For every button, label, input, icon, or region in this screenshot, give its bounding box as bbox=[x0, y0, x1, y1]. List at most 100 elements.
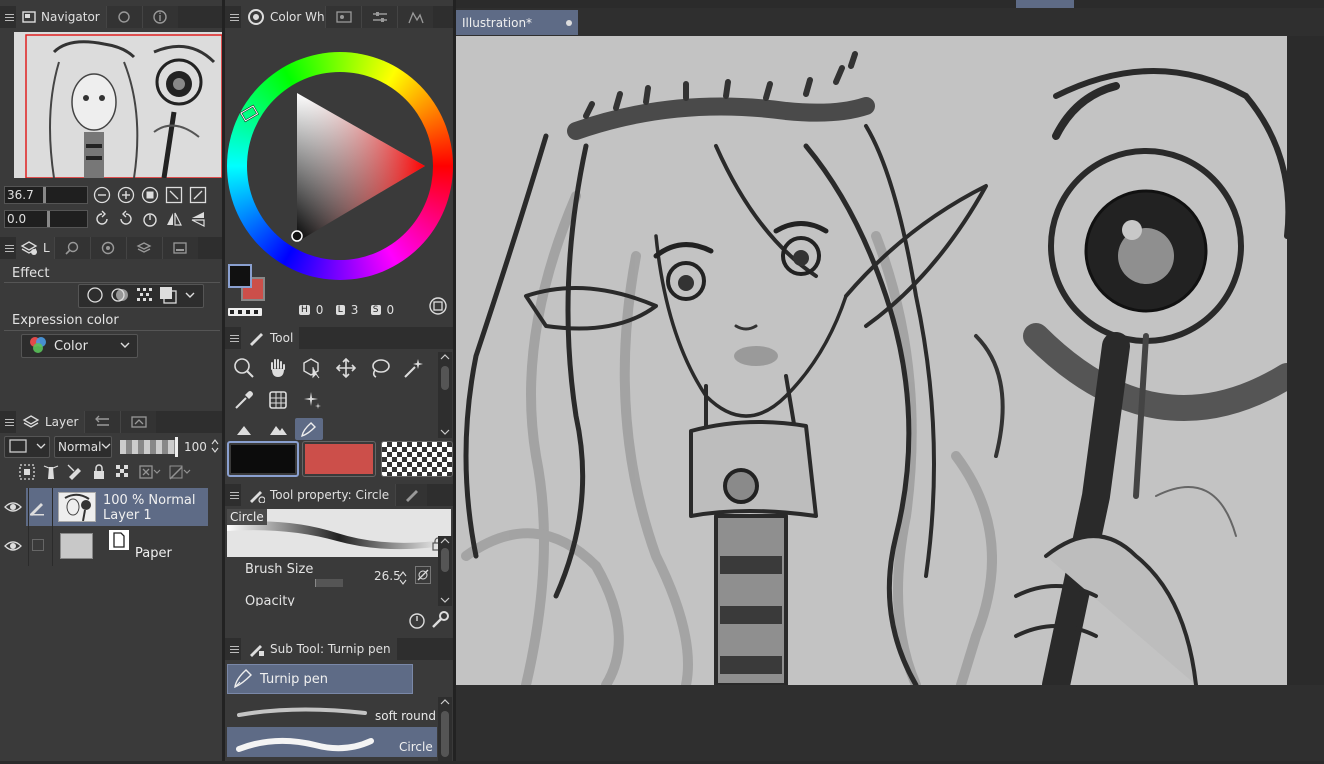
tab-approximate-color[interactable] bbox=[397, 6, 433, 28]
tab-history[interactable] bbox=[84, 411, 121, 433]
eyedropper-icon[interactable] bbox=[227, 384, 261, 416]
auto-select-icon[interactable] bbox=[397, 352, 431, 384]
border-effect-icon[interactable] bbox=[86, 286, 104, 307]
layer-row-paper[interactable]: Paper bbox=[0, 526, 208, 566]
flip-vertical-icon[interactable] bbox=[188, 209, 208, 229]
opacity-stepper-icon[interactable] bbox=[211, 437, 219, 458]
navigator-preview[interactable] bbox=[14, 32, 222, 178]
opacity-slider-handle[interactable] bbox=[175, 437, 178, 457]
tab-layer-3d[interactable] bbox=[125, 237, 162, 259]
brush-size-stepper-icon[interactable] bbox=[399, 570, 407, 589]
transparent-color-icon[interactable] bbox=[228, 306, 262, 320]
color-wheel[interactable] bbox=[227, 52, 453, 284]
move-layer-icon[interactable] bbox=[329, 352, 363, 384]
chevron-down-icon[interactable] bbox=[184, 286, 196, 307]
tool-scrollbar[interactable] bbox=[438, 352, 452, 438]
panel-menu-icon[interactable] bbox=[229, 484, 239, 506]
saturation-triangle[interactable] bbox=[227, 52, 453, 284]
rotate-right-icon[interactable] bbox=[116, 209, 136, 229]
lock-transparent-icon[interactable] bbox=[114, 463, 132, 484]
zoom-slider-handle[interactable] bbox=[43, 187, 46, 203]
ruler-layer-icon[interactable] bbox=[168, 463, 192, 484]
panel-menu-icon[interactable] bbox=[4, 6, 14, 28]
blend-mode-dropdown[interactable]: Normal bbox=[54, 436, 112, 458]
tool-property-scrollbar[interactable] bbox=[438, 536, 452, 606]
flip-horizontal-icon[interactable] bbox=[164, 209, 184, 229]
fit-to-window-icon[interactable] bbox=[164, 185, 184, 205]
tab-info[interactable] bbox=[141, 6, 178, 28]
tab-color-set[interactable] bbox=[361, 6, 397, 28]
tab-subview[interactable] bbox=[105, 6, 142, 28]
brush-item-circle[interactable]: Circle bbox=[227, 727, 437, 757]
actual-size-icon[interactable] bbox=[140, 185, 160, 205]
expression-color-dropdown[interactable]: Color bbox=[21, 334, 138, 358]
transparent-drawing-color[interactable] bbox=[381, 441, 453, 477]
drawing-canvas[interactable] bbox=[456, 36, 1287, 685]
tab-search-layer[interactable] bbox=[53, 237, 90, 259]
panel-menu-icon[interactable] bbox=[229, 327, 239, 349]
zoom-slider[interactable]: 36.7 bbox=[4, 186, 88, 204]
reset-rotation-icon[interactable] bbox=[140, 209, 160, 229]
opacity-slider[interactable] bbox=[120, 437, 178, 457]
operation-tool-icon[interactable] bbox=[295, 352, 329, 384]
frame-tool-icon[interactable] bbox=[261, 384, 295, 416]
panel-menu-icon[interactable] bbox=[4, 237, 14, 259]
rotate-slider-handle[interactable] bbox=[47, 211, 50, 227]
sub-tool-group-button[interactable]: Turnip pen bbox=[227, 664, 413, 694]
hand-tool-icon[interactable] bbox=[261, 352, 295, 384]
panel-menu-icon[interactable] bbox=[4, 411, 14, 433]
lasso-tool-icon[interactable] bbox=[363, 352, 397, 384]
zoom-in-icon[interactable] bbox=[116, 185, 136, 205]
fit-navigator-icon[interactable] bbox=[188, 185, 208, 205]
zoom-out-icon[interactable] bbox=[92, 185, 112, 205]
tab-tool-property[interactable]: Tool property: Circle bbox=[241, 484, 396, 506]
pressure-settings-icon[interactable] bbox=[415, 566, 431, 584]
document-tab[interactable]: Illustration* bbox=[456, 10, 578, 35]
tab-animation[interactable] bbox=[89, 237, 126, 259]
tab-sub-tool[interactable]: Sub Tool: Turnip pen bbox=[241, 638, 397, 660]
clip-layer-icon[interactable] bbox=[138, 463, 162, 484]
sub-tool-scrollbar[interactable] bbox=[438, 697, 452, 761]
panel-menu-icon[interactable] bbox=[229, 6, 239, 28]
wrench-icon[interactable] bbox=[430, 610, 450, 633]
main-color-chip[interactable] bbox=[228, 264, 252, 288]
tool-property-options-icon[interactable] bbox=[407, 610, 427, 633]
rotate-slider[interactable]: 0.0 bbox=[4, 210, 88, 228]
sparkle-decoration-icon[interactable] bbox=[295, 384, 329, 416]
main-drawing-color[interactable] bbox=[227, 441, 299, 477]
palette-color-dropdown[interactable] bbox=[4, 436, 50, 458]
tab-layer-property[interactable]: L bbox=[16, 237, 54, 259]
command-bar-active-button[interactable] bbox=[1016, 0, 1074, 8]
close-icon[interactable] bbox=[566, 19, 572, 26]
tab-memory[interactable] bbox=[161, 237, 198, 259]
lock-icon[interactable] bbox=[90, 463, 108, 484]
brush-size-slider[interactable] bbox=[271, 579, 343, 587]
rotate-left-icon[interactable] bbox=[92, 209, 112, 229]
fill-tool-icon[interactable] bbox=[261, 418, 295, 440]
tab-layer[interactable]: Layer bbox=[16, 411, 85, 433]
tab-brush-size[interactable] bbox=[395, 484, 428, 506]
tab-color-slider[interactable] bbox=[325, 6, 361, 28]
reference-layer-icon[interactable] bbox=[18, 463, 36, 484]
eye-icon[interactable] bbox=[4, 539, 22, 556]
tab-tool[interactable]: Tool bbox=[241, 327, 300, 349]
edit-target-box[interactable] bbox=[32, 539, 44, 551]
panel-menu-icon[interactable] bbox=[229, 638, 239, 660]
tab-navigator[interactable]: Navigator bbox=[16, 6, 106, 28]
layer-row-layer1[interactable]: 100 % Normal Layer 1 bbox=[0, 488, 208, 526]
color-mode-switch-icon[interactable] bbox=[428, 296, 448, 319]
pen-tool-icon[interactable] bbox=[295, 418, 323, 440]
brush-item-soft-round[interactable]: soft round bbox=[227, 697, 437, 727]
eraser-tool-icon[interactable] bbox=[227, 418, 261, 440]
tone-effect-icon[interactable] bbox=[135, 286, 153, 307]
draft-layer-icon[interactable] bbox=[66, 463, 84, 484]
zoom-tool-icon[interactable] bbox=[227, 352, 261, 384]
sub-drawing-color[interactable] bbox=[302, 441, 376, 477]
tab-auto-action[interactable] bbox=[120, 411, 157, 433]
tab-color-wheel[interactable]: Color Wh bbox=[241, 6, 325, 28]
lighthouse-icon[interactable] bbox=[42, 463, 60, 484]
layer-color-icon[interactable] bbox=[159, 286, 178, 307]
eye-icon[interactable] bbox=[4, 500, 22, 517]
pen-edit-icon[interactable] bbox=[28, 500, 46, 519]
extract-line-icon[interactable] bbox=[110, 286, 129, 307]
